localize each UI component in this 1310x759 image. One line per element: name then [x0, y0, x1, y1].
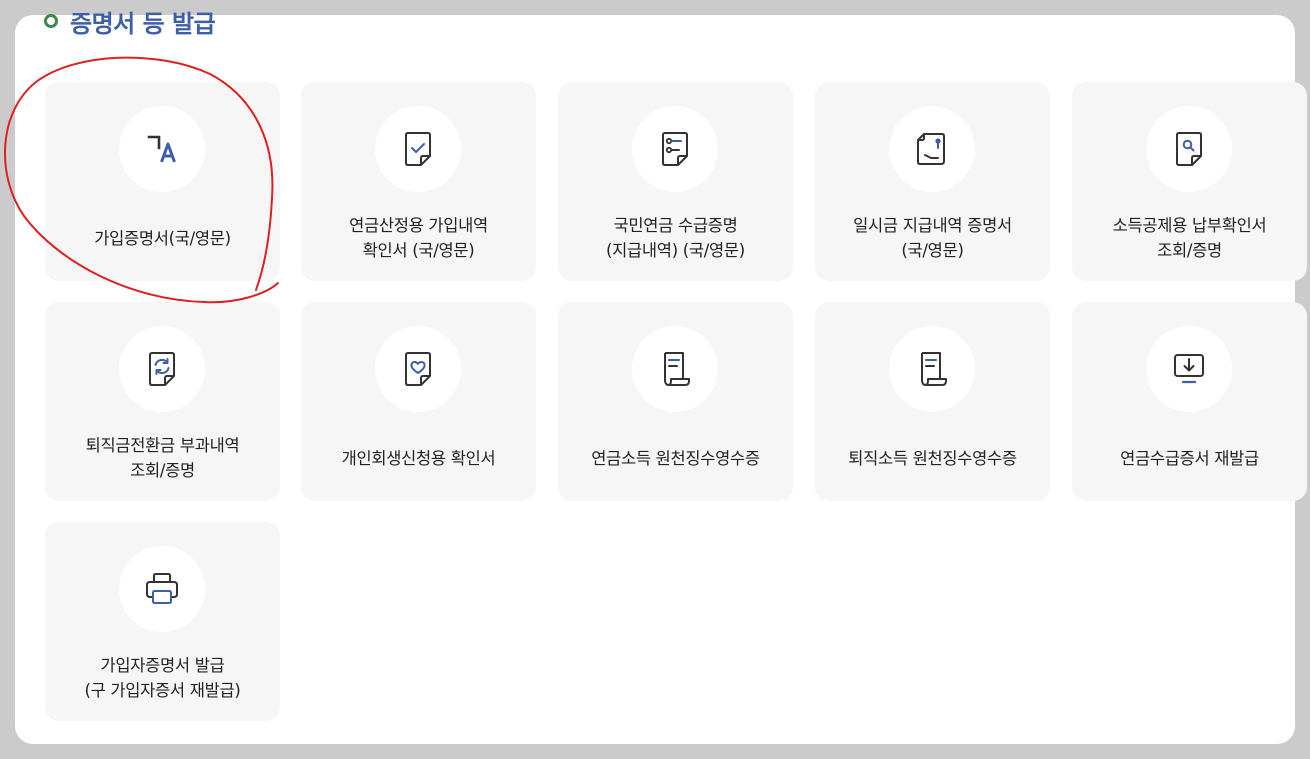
- section-header: 증명서 등 발급: [44, 5, 216, 38]
- card-retirement-income-withholding-receipt[interactable]: 퇴직소득 원천징수영수증: [815, 302, 1050, 501]
- scroll-receipt-icon: [632, 326, 718, 412]
- card-label-line: 국민연금 수급증명: [613, 216, 738, 235]
- card-label: 연금수급증서 재발급: [1080, 432, 1299, 484]
- card-pension-receipt-certificate[interactable]: 국민연금 수급증명 (지급내역) (국/영문): [558, 82, 793, 281]
- card-label-line: 퇴직금전환금 부과내역: [85, 436, 240, 455]
- card-personal-rehabilitation-confirmation[interactable]: 개인회생신청용 확인서: [301, 302, 536, 501]
- card-label-line: 가입증명서(국/영문): [94, 228, 231, 248]
- card-label-line: 연금수급증서 재발급: [1120, 448, 1259, 468]
- card-label-line: 연금산정용 가입내역: [349, 216, 488, 235]
- card-label-line: 소득공제용 납부확인서: [1112, 216, 1267, 235]
- bullet-circle-icon: [44, 14, 58, 28]
- card-label-line: (국/영문): [901, 241, 964, 260]
- card-label: 퇴직금전환금 부과내역 조회/증명: [53, 432, 272, 484]
- card-label: 소득공제용 납부확인서 조회/증명: [1080, 212, 1299, 264]
- card-tax-deduction-payment-confirmation[interactable]: 소득공제용 납부확인서 조회/증명: [1072, 82, 1307, 281]
- card-label: 개인회생신청용 확인서: [309, 432, 528, 484]
- card-label-line: 확인서 (국/영문): [362, 241, 475, 260]
- document-pin-icon: [889, 106, 975, 192]
- card-label: 가입자증명서 발급 (구 가입자증서 재발급): [53, 652, 272, 704]
- card-label-line: (지급내역) (국/영문): [606, 241, 745, 260]
- scroll-receipt-icon: [889, 326, 975, 412]
- card-label-line: 조회/증명: [130, 461, 195, 480]
- printer-icon: [119, 546, 205, 632]
- card-membership-certificate[interactable]: 가입증명서(국/영문): [45, 82, 280, 281]
- card-label: 가입증명서(국/영문): [53, 212, 272, 264]
- card-label: 연금소득 원천징수영수증: [566, 432, 785, 484]
- card-label-line: 연금소득 원천징수영수증: [591, 448, 760, 468]
- card-label-line: 조회/증명: [1157, 241, 1222, 260]
- card-label: 연금산정용 가입내역 확인서 (국/영문): [309, 212, 528, 264]
- card-label: 국민연금 수급증명 (지급내역) (국/영문): [566, 212, 785, 264]
- download-tray-icon: [1146, 326, 1232, 412]
- card-label-line: (구 가입자증서 재발급): [84, 681, 241, 700]
- section-title: 증명서 등 발급: [70, 9, 216, 38]
- document-list-icon: [632, 106, 718, 192]
- card-label: 일시금 지급내역 증명서 (국/영문): [823, 212, 1042, 264]
- document-check-icon: [375, 106, 461, 192]
- document-search-icon: [1146, 106, 1232, 192]
- document-refresh-icon: [119, 326, 205, 412]
- card-label-line: 퇴직소득 원천징수영수증: [848, 448, 1017, 468]
- translate-icon: [119, 106, 205, 192]
- card-label-line: 일시금 지급내역 증명서: [853, 216, 1012, 235]
- card-pension-calc-history[interactable]: 연금산정용 가입내역 확인서 (국/영문): [301, 82, 536, 281]
- document-heart-icon: [375, 326, 461, 412]
- card-label-line: 가입자증명서 발급: [100, 656, 225, 675]
- card-subscriber-certificate-issue[interactable]: 가입자증명서 발급 (구 가입자증서 재발급): [45, 522, 280, 721]
- card-pension-income-withholding-receipt[interactable]: 연금소득 원천징수영수증: [558, 302, 793, 501]
- card-pension-certificate-reissue[interactable]: 연금수급증서 재발급: [1072, 302, 1307, 501]
- card-retirement-conversion-charge[interactable]: 퇴직금전환금 부과내역 조회/증명: [45, 302, 280, 501]
- card-label: 퇴직소득 원천징수영수증: [823, 432, 1042, 484]
- card-lump-sum-payment-certificate[interactable]: 일시금 지급내역 증명서 (국/영문): [815, 82, 1050, 281]
- card-label-line: 개인회생신청용 확인서: [341, 448, 496, 468]
